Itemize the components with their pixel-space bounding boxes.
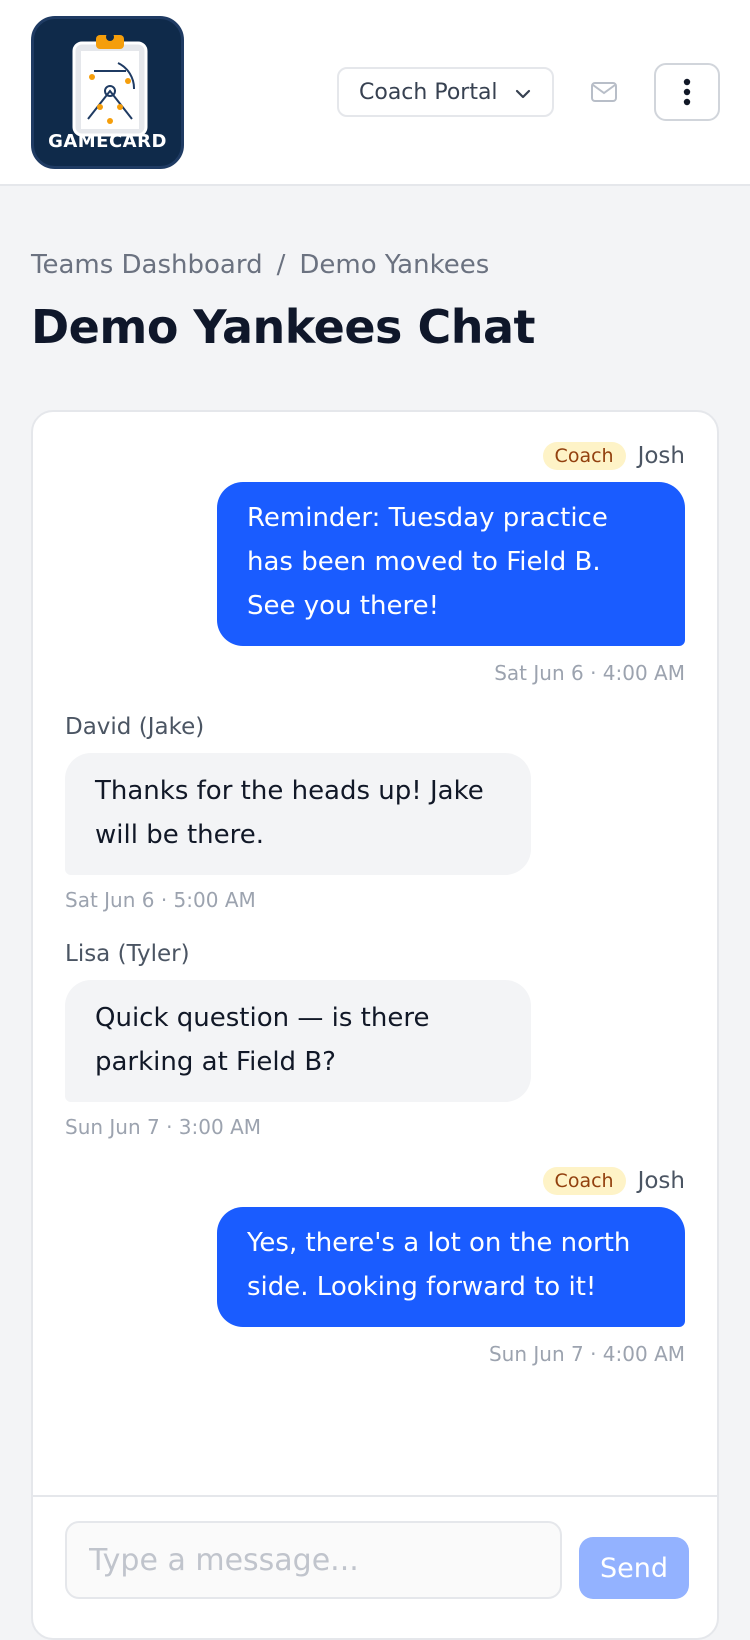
- message-sender: Lisa (Tyler): [65, 941, 190, 967]
- message-sender: Josh: [637, 1168, 685, 1194]
- message-input[interactable]: [65, 1521, 562, 1599]
- more-vertical-icon: [683, 78, 691, 106]
- breadcrumb: Teams Dashboard / Demo Yankees: [31, 250, 489, 280]
- gamecard-logo[interactable]: GAMECARD: [31, 16, 184, 169]
- breadcrumb-demo-yankees[interactable]: Demo Yankees: [299, 250, 489, 280]
- coach-portal-dropdown[interactable]: Coach Portal: [337, 67, 554, 117]
- send-button[interactable]: Send: [579, 1537, 689, 1599]
- coach-badge: Coach: [542, 442, 626, 470]
- message-timestamp: Sun Jun 7 · 4:00 AM: [488, 1342, 685, 1366]
- message-bubble-outgoing: Yes, there's a lot on the north side. Lo…: [217, 1207, 685, 1327]
- message-bubble-outgoing: Reminder: Tuesday practice has been move…: [217, 482, 685, 646]
- message-timestamp: Sat Jun 6 · 4:00 AM: [494, 661, 685, 685]
- portal-label: Coach Portal: [359, 79, 498, 105]
- message-header: Coach Josh: [542, 442, 685, 470]
- chevron-down-icon: [515, 89, 531, 99]
- more-menu-button[interactable]: [654, 63, 720, 121]
- page-title: Demo Yankees Chat: [31, 300, 536, 354]
- coach-badge: Coach: [542, 1167, 626, 1195]
- message-bubble-incoming: Thanks for the heads up! Jake will be th…: [65, 753, 531, 875]
- breadcrumb-teams-dashboard[interactable]: Teams Dashboard: [31, 250, 263, 280]
- message-composer: Send: [33, 1495, 717, 1640]
- chat-panel: Coach Josh Reminder: Tuesday practice ha…: [31, 410, 719, 1640]
- message-header: Coach Josh: [542, 1167, 685, 1195]
- app-header: GAMECARD Coach Portal: [0, 0, 750, 186]
- mail-icon[interactable]: [590, 78, 618, 106]
- message-timestamp: Sat Jun 6 · 5:00 AM: [65, 888, 256, 912]
- message-timestamp: Sun Jun 7 · 3:00 AM: [65, 1115, 262, 1139]
- message-sender: Josh: [637, 443, 685, 469]
- message-bubble-incoming: Quick question — is there parking at Fie…: [65, 980, 531, 1102]
- logo-wordmark: GAMECARD: [48, 131, 167, 152]
- breadcrumb-separator: /: [276, 250, 286, 280]
- message-sender: David (Jake): [65, 714, 205, 740]
